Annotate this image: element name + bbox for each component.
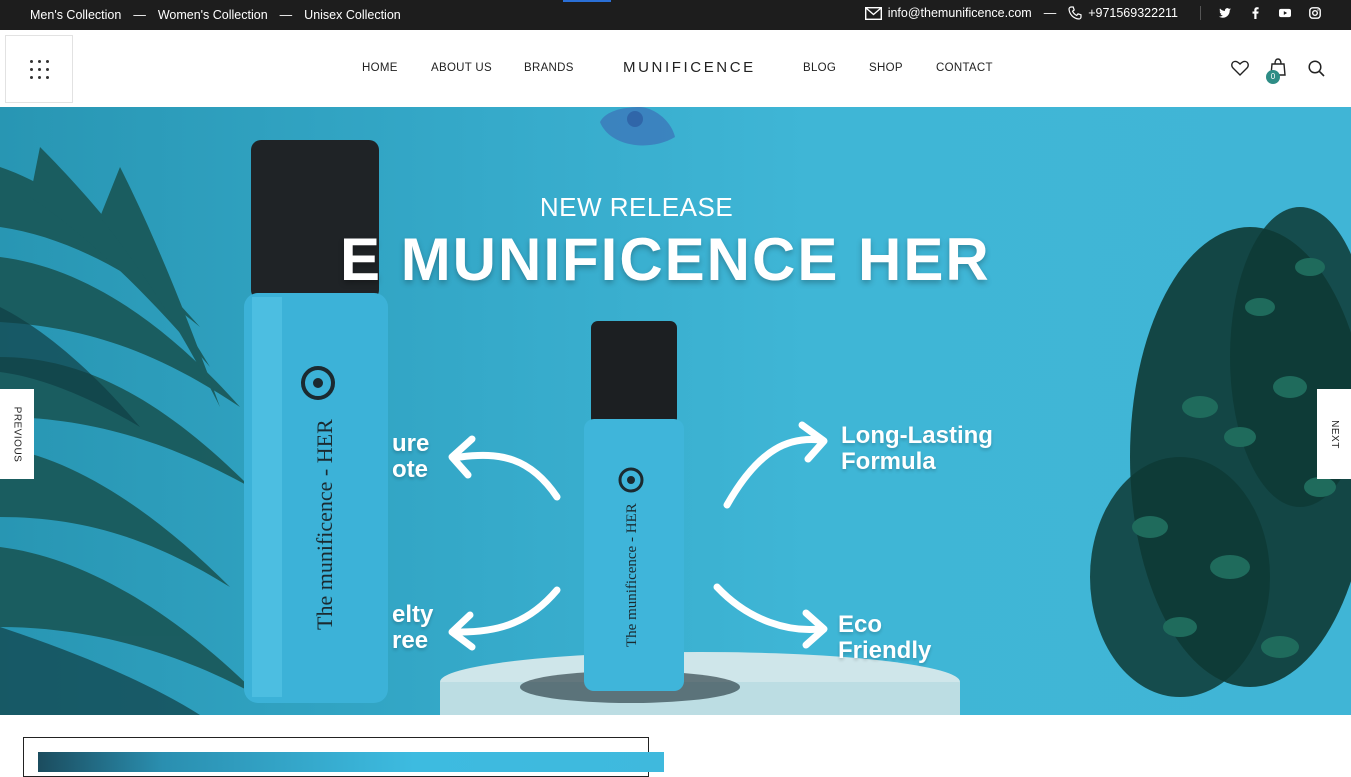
- feature-eco-friendly: Eco Friendly: [838, 611, 932, 664]
- previous-label: PREVIOUS: [11, 406, 23, 462]
- small-bottle-label: The munificence - HER: [624, 503, 640, 647]
- brand-logo[interactable]: MUNIFICENCE: [623, 59, 756, 76]
- email-link[interactable]: info@themunificence.com: [864, 6, 1032, 20]
- nav-contact[interactable]: CONTACT: [936, 62, 993, 74]
- social-links: [1219, 7, 1321, 19]
- divider: [1200, 6, 1201, 20]
- next-slide-button[interactable]: NEXT: [1317, 389, 1351, 479]
- main-header: HOME ABOUT US BRANDS BLOG SHOP CONTACT M…: [0, 30, 1351, 107]
- mens-collection-link[interactable]: Men's Collection: [30, 8, 121, 22]
- separator: —: [1043, 6, 1057, 20]
- nav-shop[interactable]: SHOP: [869, 62, 903, 74]
- unisex-collection-link[interactable]: Unisex Collection: [304, 8, 401, 22]
- wishlist-heart-icon[interactable]: [1231, 60, 1249, 81]
- phone-text: +971569322211: [1088, 6, 1178, 20]
- phone-link[interactable]: +971569322211: [1068, 6, 1178, 20]
- phone-icon: [1068, 6, 1082, 20]
- cart-count-badge: 0: [1266, 70, 1280, 84]
- large-bottle-label: The munificence - HER: [312, 419, 337, 630]
- instagram-icon[interactable]: [1309, 7, 1321, 19]
- email-text: info@themunificence.com: [887, 6, 1032, 20]
- womens-collection-link[interactable]: Women's Collection: [158, 8, 268, 22]
- separator: —: [133, 8, 146, 22]
- previous-slide-button[interactable]: PREVIOUS: [0, 389, 34, 479]
- nav-about-us[interactable]: ABOUT US: [431, 62, 492, 74]
- hero-eyebrow: NEW RELEASE: [539, 192, 734, 222]
- separator: —: [279, 8, 293, 22]
- nav-home[interactable]: HOME: [362, 62, 398, 74]
- top-bar: Men's Collection — Women's Collection — …: [0, 0, 1351, 30]
- featured-image[interactable]: [38, 752, 664, 772]
- feature-bottom-left: elty ree: [392, 601, 434, 654]
- twitter-icon[interactable]: [1219, 7, 1231, 19]
- next-label: NEXT: [1328, 419, 1340, 449]
- top-accent-mark: [563, 0, 611, 2]
- search-icon[interactable]: [1308, 60, 1325, 82]
- hero-slider: NEW RELEASE E MUNIFICENCE HER ure ote Lo…: [0, 107, 1351, 715]
- feature-long-lasting: Long-Lasting Formula: [841, 422, 993, 475]
- collection-links: Men's Collection — Women's Collection — …: [30, 8, 401, 22]
- contact-and-social: info@themunificence.com — +971569322211: [864, 6, 1321, 20]
- feature-top-left: ure ote: [392, 430, 430, 483]
- nav-blog[interactable]: BLOG: [803, 62, 836, 74]
- youtube-icon[interactable]: [1279, 7, 1291, 19]
- mail-icon: [864, 6, 882, 20]
- hero-title: E MUNIFICENCE HER: [340, 226, 991, 293]
- menu-grid-button[interactable]: [5, 35, 73, 103]
- nav-brands[interactable]: BRANDS: [524, 62, 574, 74]
- grid-dots-icon: [29, 59, 49, 79]
- facebook-icon[interactable]: [1249, 7, 1261, 19]
